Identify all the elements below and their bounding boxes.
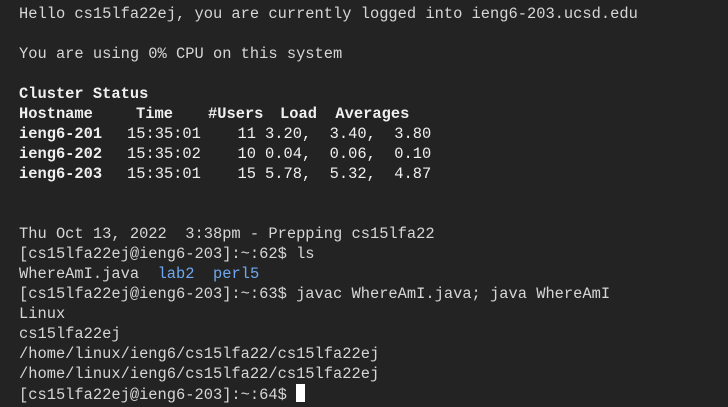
- table-row: ieng6-203 15:35:01 15 5.78, 5.32, 4.87: [19, 164, 485, 184]
- prompt-line: [cs15lfa22ej@ieng6-203]:~:62$ ls: [19, 245, 315, 263]
- load-cell: 5.78, 5.32, 4.87: [265, 165, 432, 183]
- active-prompt-line[interactable]: [cs15lfa22ej@ieng6-203]:~:64$: [19, 384, 728, 404]
- text-cursor[interactable]: [296, 384, 306, 402]
- cluster-status-table: Hostname Time #Users Load Averages: [19, 104, 409, 124]
- output-line: /home/linux/ieng6/cs15lfa22/cs15lfa22ej: [19, 345, 380, 363]
- output-line: /home/linux/ieng6/cs15lfa22/cs15lfa22ej: [19, 365, 380, 383]
- users-cell: 10: [237, 145, 256, 163]
- terminal-window[interactable]: Hello cs15lfa22ej, you are currently log…: [0, 0, 728, 407]
- time-cell: 15:35:01: [127, 165, 201, 183]
- directory-entry: lab2: [157, 265, 195, 283]
- load-cell: 3.20, 3.40, 3.80: [265, 125, 432, 143]
- file-entry: WhereAmI.java: [19, 265, 140, 283]
- users-header: #Users: [208, 105, 264, 123]
- hostname-cell: ieng6-201: [19, 125, 103, 143]
- hostname-cell: ieng6-203: [19, 165, 103, 183]
- table-row: ieng6-202 15:35:02 10 0.04, 0.06, 0.10: [19, 144, 485, 164]
- load-cell: 0.04, 0.06, 0.10: [265, 145, 432, 163]
- prompt-line: [cs15lfa22ej@ieng6-203]:~:63$ javac Wher…: [19, 285, 611, 303]
- date-line: Thu Oct 13, 2022 3:38pm - Prepping cs15l…: [19, 225, 435, 243]
- time-cell: 15:35:02: [127, 145, 201, 163]
- ls-output: WhereAmI.java lab2 perl5: [19, 264, 728, 284]
- load-averages-header: Load Averages: [280, 105, 410, 123]
- hostname-cell: ieng6-202: [19, 145, 103, 163]
- greeting-line: Hello cs15lfa22ej, you are currently log…: [19, 5, 638, 23]
- users-cell: 15: [237, 165, 256, 183]
- hostname-header: Hostname: [19, 105, 93, 123]
- time-header: Time: [136, 105, 173, 123]
- output-line: cs15lfa22ej: [19, 325, 121, 343]
- table-row: ieng6-201 15:35:01 11 3.20, 3.40, 3.80: [19, 124, 485, 144]
- cluster-status-header-row: Hostname Time #Users Load Averages: [19, 104, 409, 124]
- users-cell: 11: [237, 125, 256, 143]
- cluster-status-title: Cluster Status: [19, 85, 149, 103]
- prompt-text: [cs15lfa22ej@ieng6-203]:~:64$: [19, 386, 297, 404]
- cluster-status-rows: ieng6-201 15:35:01 11 3.20, 3.40, 3.80 i…: [19, 124, 485, 184]
- cpu-line: You are using 0% CPU on this system: [19, 45, 343, 63]
- time-cell: 15:35:01: [127, 125, 201, 143]
- directory-entry: perl5: [213, 265, 260, 283]
- output-line: Linux: [19, 305, 66, 323]
